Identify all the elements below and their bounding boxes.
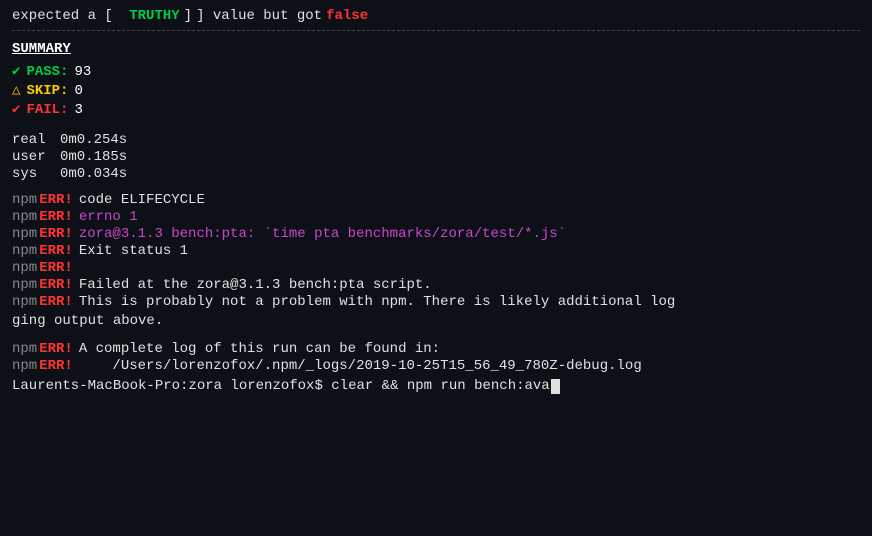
timing-sys-value: 0m0.034s	[60, 166, 127, 182]
pass-label: PASS:	[26, 64, 68, 80]
npm-lines-group2: npm ERR! A complete log of this run can …	[12, 341, 860, 374]
npm-line-8: npm ERR! /Users/lorenzofox/.npm/_logs/20…	[12, 358, 860, 374]
timing-user: user 0m0.185s	[12, 149, 860, 165]
npm-word: npm	[12, 192, 37, 208]
npm-content: errno 1	[79, 209, 138, 225]
npm-word: npm	[12, 243, 37, 259]
timing-real-label: real	[12, 132, 60, 148]
pass-icon: ✔	[12, 63, 20, 80]
timing-user-label: user	[12, 149, 60, 165]
blank-line	[12, 333, 860, 341]
npm-word: npm	[12, 294, 37, 310]
timing-user-value: 0m0.185s	[60, 149, 127, 165]
prompt-line[interactable]: Laurents-MacBook-Pro:zora lorenzofox$ cl…	[12, 378, 860, 394]
npm-word: npm	[12, 209, 37, 225]
npm-line-2: npm ERR! zora@3.1.3 bench:pta: `time pta…	[12, 226, 860, 242]
terminal-window: expected a [ TRUTHY ] ] value but got fa…	[12, 8, 860, 394]
npm-line-7: npm ERR! A complete log of this run can …	[12, 341, 860, 357]
npm-lines-group1: npm ERR! code ELIFECYCLE npm ERR! errno …	[12, 192, 860, 332]
err-badge: ERR!	[39, 260, 73, 276]
timing-sys: sys 0m0.034s	[12, 166, 860, 182]
err-badge: ERR!	[39, 358, 73, 374]
fail-row: ✔ FAIL: 3	[12, 101, 860, 118]
top-error-line: expected a [ TRUTHY ] ] value but got fa…	[12, 8, 860, 24]
npm-content: zora@3.1.3 bench:pta: `time pta benchmar…	[79, 226, 566, 242]
prompt-machine: Laurents-MacBook-Pro:zora lorenzofox$	[12, 378, 323, 394]
pass-value: 93	[74, 64, 91, 80]
prompt-command: clear && npm run bench:ava	[331, 378, 549, 394]
skip-value: 0	[74, 83, 82, 99]
err-badge: ERR!	[39, 341, 73, 357]
npm-word: npm	[12, 358, 37, 374]
npm-line-6: npm ERR! This is probably not a problem …	[12, 294, 860, 310]
summary-section: SUMMARY ✔ PASS: 93 △ SKIP: 0 ✔ FAIL: 3	[12, 41, 860, 118]
npm-word: npm	[12, 226, 37, 242]
npm-line-5: npm ERR! Failed at the zora@3.1.3 bench:…	[12, 277, 860, 293]
pass-row: ✔ PASS: 93	[12, 63, 860, 80]
top-middle: ] value but got	[196, 8, 322, 24]
wrap-continuation: ging output above.	[12, 311, 860, 332]
npm-line-0: npm ERR! code ELIFECYCLE	[12, 192, 860, 208]
timing-real: real 0m0.254s	[12, 132, 860, 148]
npm-content: Failed at the zora@3.1.3 bench:pta scrip…	[79, 277, 432, 293]
summary-title: SUMMARY	[12, 41, 860, 57]
npm-word: npm	[12, 260, 37, 276]
cursor	[551, 379, 560, 394]
skip-icon: △	[12, 82, 20, 99]
npm-line-1: npm ERR! errno 1	[12, 209, 860, 225]
timing-real-value: 0m0.254s	[60, 132, 127, 148]
truthy-badge: TRUTHY	[129, 8, 179, 24]
npm-line-3: npm ERR! Exit status 1	[12, 243, 860, 259]
err-badge: ERR!	[39, 243, 73, 259]
err-badge: ERR!	[39, 226, 73, 242]
skip-label: SKIP:	[26, 83, 68, 99]
close-bracket: ]	[184, 8, 192, 24]
divider	[12, 30, 860, 31]
npm-content: Exit status 1	[79, 243, 188, 259]
fail-icon: ✔	[12, 101, 20, 118]
timing-sys-label: sys	[12, 166, 60, 182]
err-badge: ERR!	[39, 209, 73, 225]
npm-content: code ELIFECYCLE	[79, 192, 205, 208]
open-bracket	[117, 8, 125, 24]
timing-section: real 0m0.254s user 0m0.185s sys 0m0.034s	[12, 132, 860, 182]
npm-word: npm	[12, 277, 37, 293]
err-badge: ERR!	[39, 277, 73, 293]
wrap-text: ging output above.	[12, 313, 163, 329]
skip-row: △ SKIP: 0	[12, 82, 860, 99]
npm-line-4: npm ERR!	[12, 260, 860, 276]
npm-content: This is probably not a problem with npm.…	[79, 294, 676, 310]
err-badge: ERR!	[39, 192, 73, 208]
fail-value: 3	[74, 102, 82, 118]
fail-label: FAIL:	[26, 102, 68, 118]
npm-content: A complete log of this run can be found …	[79, 341, 440, 357]
err-badge: ERR!	[39, 294, 73, 310]
top-prefix: expected a [	[12, 8, 113, 24]
npm-content: /Users/lorenzofox/.npm/_logs/2019-10-25T…	[79, 358, 642, 374]
false-value: false	[326, 8, 368, 24]
npm-word: npm	[12, 341, 37, 357]
